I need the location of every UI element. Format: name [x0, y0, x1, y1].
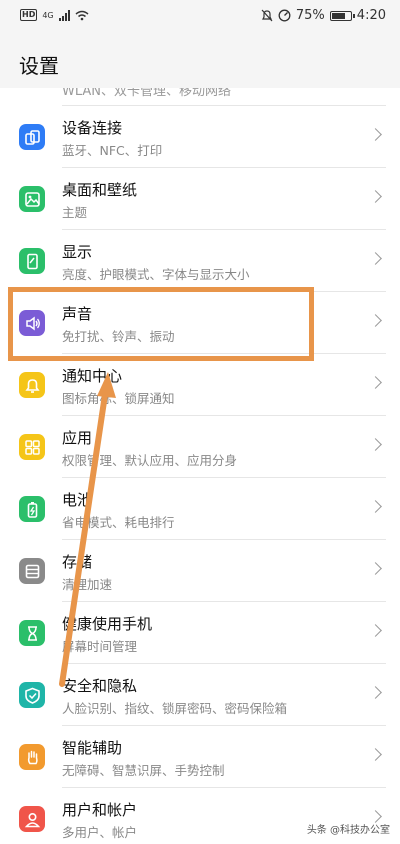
chevron-right-icon — [369, 748, 382, 761]
settings-item-title: 设备连接 — [62, 119, 123, 137]
clock: 4:20 — [356, 8, 386, 23]
hourglass-icon — [19, 620, 45, 646]
chevron-right-icon — [369, 252, 382, 265]
network-label: 4G — [42, 10, 54, 20]
settings-item-title: 桌面和壁纸 — [62, 181, 138, 199]
settings-item-title: 健康使用手机 — [62, 615, 153, 633]
settings-item-title: 显示 — [62, 243, 93, 261]
settings-item-bell[interactable]: 通知中心图标角标、锁屏通知 — [0, 354, 400, 416]
mute-bell-icon — [261, 9, 273, 22]
settings-item-title: 电池 — [62, 491, 93, 509]
settings-item-storage[interactable]: 存储 清理加速 — [0, 540, 400, 602]
settings-item-display[interactable]: 显示亮度、护眼模式、字体与显示大小 — [0, 230, 400, 292]
chevron-right-icon — [369, 128, 382, 141]
chevron-right-icon — [369, 190, 382, 203]
settings-item-wallpaper[interactable]: 桌面和壁纸 主题 — [0, 168, 400, 230]
chevron-right-icon — [369, 562, 382, 575]
settings-item-title: 应用 — [62, 429, 93, 447]
battery-icon — [19, 496, 45, 522]
settings-item-title: 用户和帐户 — [62, 801, 138, 819]
settings-item-sound[interactable]: 声音免打扰、铃声、振动 — [0, 292, 400, 354]
settings-item-wlan-partial[interactable]: WLAN、双卡管理、移动网络 — [0, 88, 400, 106]
settings-item-hand[interactable]: 智能辅助无障碍、智慧识屏、手势控制 — [0, 726, 400, 788]
settings-item-subtitle: 亮度、护眼模式、字体与显示大小 — [62, 267, 250, 282]
wifi-icon — [75, 10, 89, 20]
chevron-right-icon — [369, 686, 382, 699]
chevron-right-icon — [369, 624, 382, 637]
bell-icon — [19, 372, 45, 398]
settings-item-subtitle: 无障碍、智慧识屏、手势控制 — [62, 763, 225, 778]
settings-item-subtitle: 省电模式、耗电排行 — [62, 515, 175, 530]
settings-item-battery[interactable]: 电池省电模式、耗电排行 — [0, 478, 400, 540]
shield-icon — [19, 682, 45, 708]
chevron-right-icon — [369, 314, 382, 327]
settings-item-subtitle: 多用户、帐户 — [62, 825, 138, 840]
settings-item-subtitle: 屏幕时间管理 — [62, 639, 138, 654]
status-bar: HD 4G 75% 4:20 — [0, 0, 400, 34]
settings-item-apps[interactable]: 应用权限管理、默认应用、应用分身 — [0, 416, 400, 478]
settings-item-subtitle: 图标角标、锁屏通知 — [62, 391, 175, 406]
settings-item-title: 通知中心 — [62, 367, 123, 385]
speed-gauge-icon — [278, 9, 291, 22]
settings-item-device-connection[interactable]: 设备连接蓝牙、NFC、打印 — [0, 106, 400, 168]
settings-item-title: 声音 — [62, 305, 93, 323]
settings-item-subtitle: 蓝牙、NFC、打印 — [62, 143, 163, 158]
watermark: 头条 @科技办公室 — [306, 825, 390, 836]
settings-item-subtitle: 免打扰、铃声、振动 — [62, 329, 175, 344]
settings-item-shield[interactable]: 安全和隐私人脸识别、指纹、锁屏密码、密码保险箱 — [0, 664, 400, 726]
settings-item-subtitle: 清理加速 — [62, 577, 113, 592]
page-header: 设置 — [0, 34, 400, 88]
settings-item-title: 存储 — [62, 553, 93, 571]
user-icon — [19, 806, 45, 832]
settings-item-subtitle: WLAN、双卡管理、移动网络 — [62, 88, 232, 99]
chevron-right-icon — [369, 438, 382, 451]
battery-percent: 75% — [295, 8, 325, 23]
chevron-right-icon — [369, 376, 382, 389]
sound-icon — [19, 310, 45, 336]
battery-icon — [329, 10, 355, 21]
storage-icon — [19, 558, 45, 584]
settings-item-subtitle: 权限管理、默认应用、应用分身 — [62, 453, 238, 468]
hand-icon — [19, 744, 45, 770]
settings-item-title: 安全和隐私 — [62, 677, 138, 695]
device-connection-icon — [19, 124, 45, 150]
settings-item-subtitle: 人脸识别、指纹、锁屏密码、密码保险箱 — [62, 701, 288, 716]
settings-item-subtitle: 主题 — [62, 205, 88, 220]
apps-icon — [19, 434, 45, 460]
display-icon — [19, 248, 45, 274]
page-title: 设置 — [19, 54, 59, 78]
settings-list[interactable]: WLAN、双卡管理、移动网络 设备连接蓝牙、NFC、打印 桌面和壁纸主题显示亮度、… — [0, 88, 400, 844]
wallpaper-icon — [19, 186, 45, 212]
hd-icon: HD — [20, 9, 38, 21]
chevron-right-icon — [369, 500, 382, 513]
settings-item-hourglass[interactable]: 健康使用手机 屏幕时间管理 — [0, 602, 400, 664]
settings-item-title: 智能辅助 — [62, 739, 123, 757]
signal-icon — [58, 9, 70, 21]
